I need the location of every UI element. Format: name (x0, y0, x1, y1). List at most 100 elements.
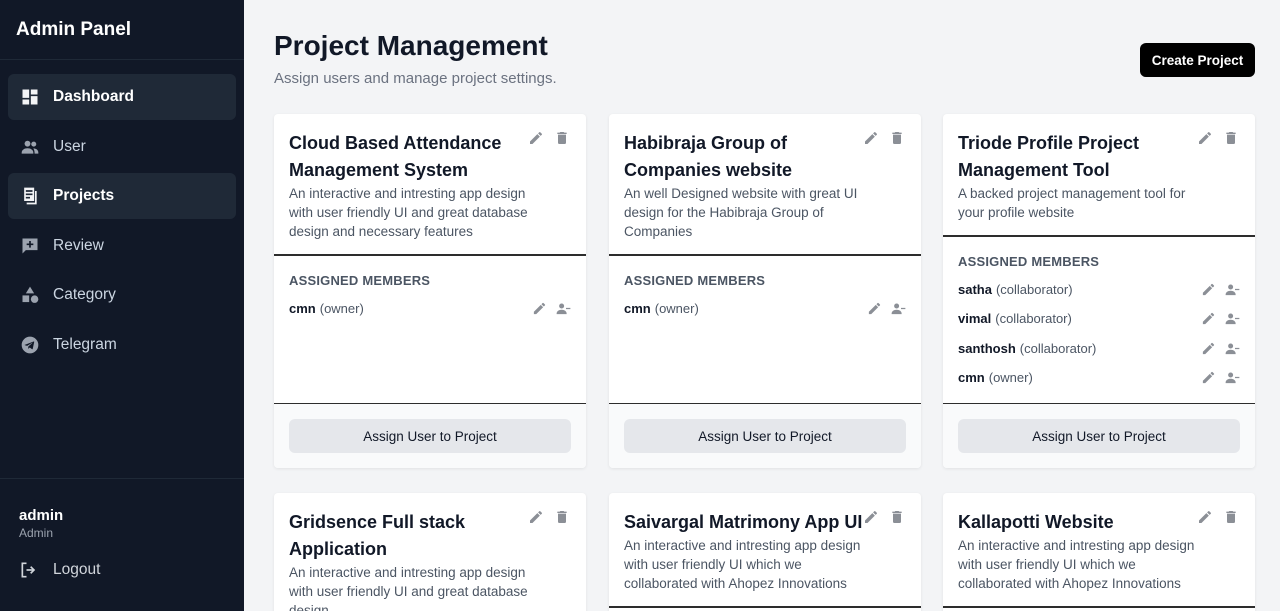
edit-member-icon[interactable] (1200, 340, 1216, 356)
sidebar-item-label: Projects (53, 187, 115, 204)
assign-user-button[interactable]: Assign User to Project (958, 419, 1240, 453)
sidebar-item-category[interactable]: Category (8, 272, 236, 318)
edit-member-icon[interactable] (1200, 311, 1216, 327)
member-row: cmn (owner) (958, 368, 1240, 388)
remove-member-icon[interactable] (1224, 370, 1240, 386)
member-row: satha (collaborator) (958, 279, 1240, 299)
project-description: An well Designed website with great UI d… (624, 186, 858, 239)
sidebar-footer: admin Admin Logout (0, 478, 244, 580)
assign-user-button[interactable]: Assign User to Project (289, 419, 571, 453)
edit-icon[interactable] (1197, 130, 1213, 146)
member-name: cmn (958, 370, 985, 385)
assigned-members-label: ASSIGNED MEMBERS (624, 273, 766, 288)
member-name: cmn (624, 300, 651, 316)
delete-icon[interactable] (1223, 509, 1239, 525)
category-icon (20, 285, 40, 305)
project-title: Triode Profile Project Management Tool (958, 133, 1140, 180)
card-divider (609, 254, 921, 256)
users-icon (20, 137, 40, 157)
project-card: Cloud Based Attendance Management System… (274, 114, 586, 468)
logout-label: Logout (53, 561, 101, 578)
sidebar-item-label: Telegram (53, 335, 117, 353)
sidebar-item-dashboard[interactable]: Dashboard (8, 74, 236, 120)
card-divider (609, 606, 921, 608)
delete-icon[interactable] (889, 509, 905, 525)
remove-member-icon[interactable] (555, 300, 571, 316)
remove-member-icon[interactable] (1224, 340, 1240, 356)
sidebar-item-user[interactable]: User (8, 124, 236, 170)
edit-icon[interactable] (1197, 509, 1213, 525)
delete-icon[interactable] (889, 130, 905, 146)
member-role: (owner) (988, 370, 1033, 385)
delete-icon[interactable] (554, 130, 570, 146)
edit-icon[interactable] (528, 130, 544, 146)
project-title: Cloud Based Attendance Management System (289, 133, 502, 180)
review-icon (20, 236, 40, 256)
remove-member-icon[interactable] (1224, 281, 1240, 297)
current-user-role: Admin (19, 526, 54, 540)
project-title: Habibraja Group of Companies website (624, 133, 793, 180)
project-card: Gridsence Full stack Application An inte… (274, 493, 586, 611)
logout-button[interactable]: Logout (19, 560, 225, 580)
project-title: Gridsence Full stack Application (289, 512, 466, 559)
member-row: cmn (owner) (289, 298, 571, 318)
delete-icon[interactable] (554, 509, 570, 525)
current-user-name: admin (19, 507, 64, 524)
logout-icon (21, 562, 36, 578)
project-card: Saivargal Matrimony App UI An interactiv… (609, 493, 921, 611)
member-role: (collaborator) (1019, 340, 1097, 356)
project-title: Kallapotti Website (958, 512, 1114, 532)
project-description: A backed project management tool for you… (958, 186, 1186, 220)
card-footer: Assign User to Project (609, 404, 921, 468)
member-name: cmn (289, 300, 316, 316)
page-title: Project Management (274, 30, 548, 61)
sidebar: Admin Panel Dashboard User Projects Revi… (0, 0, 244, 611)
assigned-members-label: ASSIGNED MEMBERS (289, 273, 431, 288)
projects-icon (20, 186, 40, 206)
edit-member-icon[interactable] (1200, 370, 1216, 386)
edit-member-icon[interactable] (1200, 281, 1216, 297)
member-row: vimal (collaborator) (958, 309, 1240, 329)
sidebar-item-label: Review (53, 236, 104, 254)
member-row: santhosh (collaborator) (958, 338, 1240, 358)
member-name: satha (958, 281, 992, 297)
project-card: Habibraja Group of Companies website An … (609, 114, 921, 468)
sidebar-item-label: Category (53, 286, 116, 303)
project-description: An interactive and intresting app design… (958, 538, 1195, 591)
card-footer: Assign User to Project (943, 404, 1255, 468)
sidebar-nav: Dashboard User Projects Review Category (0, 60, 244, 385)
sidebar-item-label: Dashboard (53, 88, 134, 105)
assign-user-button[interactable]: Assign User to Project (624, 419, 906, 453)
edit-member-icon[interactable] (866, 300, 882, 316)
edit-member-icon[interactable] (531, 300, 547, 316)
telegram-icon (20, 335, 40, 355)
sidebar-item-label: User (53, 137, 86, 155)
card-divider (274, 254, 586, 256)
create-project-button[interactable]: Create Project (1140, 43, 1255, 77)
project-description: An interactive and intresting app design… (289, 565, 528, 611)
card-divider (943, 235, 1255, 237)
member-name: vimal (958, 311, 992, 326)
edit-icon[interactable] (528, 509, 544, 525)
page-subtitle: Assign users and manage project settings… (274, 70, 557, 87)
card-footer: Assign User to Project (274, 404, 586, 468)
member-name: santhosh (958, 340, 1016, 356)
member-role: (owner) (654, 300, 699, 316)
member-role: (collaborator) (995, 281, 1073, 297)
member-role: (collaborator) (995, 311, 1072, 326)
sidebar-item-review[interactable]: Review (8, 223, 236, 269)
project-title: Saivargal Matrimony App UI (624, 512, 863, 532)
assigned-members-label: ASSIGNED MEMBERS (958, 254, 1100, 269)
delete-icon[interactable] (1223, 130, 1239, 146)
edit-icon[interactable] (863, 130, 879, 146)
main-content: Project Management Assign users and mana… (244, 0, 1280, 611)
card-divider (943, 606, 1255, 608)
sidebar-item-projects[interactable]: Projects (8, 173, 236, 219)
project-card: Kallapotti Website An interactive and in… (943, 493, 1255, 611)
project-card: Triode Profile Project Management Tool A… (943, 114, 1255, 468)
app-title: Admin Panel (0, 0, 244, 60)
edit-icon[interactable] (863, 509, 879, 525)
remove-member-icon[interactable] (1224, 311, 1240, 327)
remove-member-icon[interactable] (890, 300, 906, 316)
sidebar-item-telegram[interactable]: Telegram (8, 322, 236, 368)
